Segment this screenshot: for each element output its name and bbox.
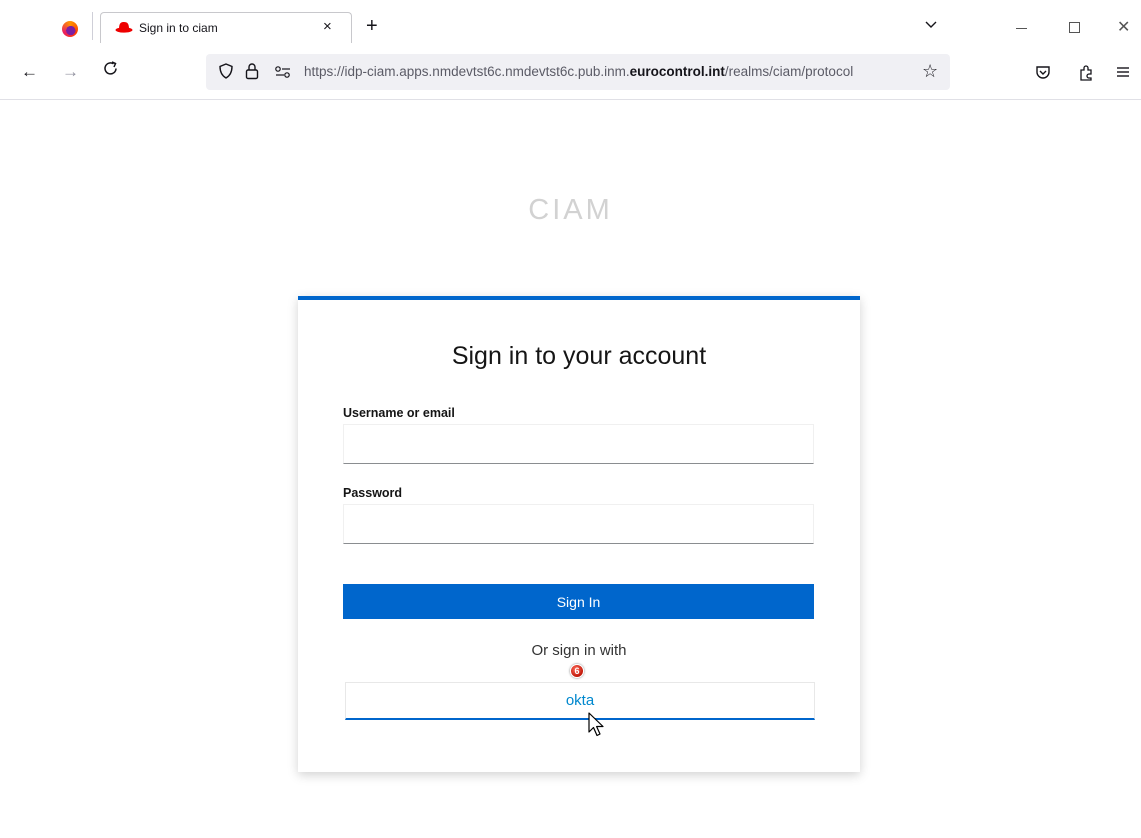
star-icon[interactable]: ☆	[922, 61, 938, 82]
or-sign-in-with-text: Or sign in with	[531, 642, 627, 659]
menu-icon[interactable]	[1116, 66, 1130, 78]
url-text[interactable]: https://idp-ciam.apps.nmdevtst6c.nmdevts…	[304, 64, 916, 79]
lock-icon[interactable]	[244, 62, 260, 80]
url-domain: eurocontrol.int	[629, 64, 725, 79]
tab-sign-in[interactable]: Sign in to ciam ×	[100, 12, 352, 43]
password-input[interactable]	[343, 504, 814, 544]
redhat-icon	[115, 22, 133, 33]
step-badge: 6	[570, 664, 584, 678]
url-bar[interactable]: https://idp-ciam.apps.nmdevtst6c.nmdevts…	[206, 54, 950, 90]
page-title: Sign in to your account	[451, 342, 707, 370]
maximize-icon[interactable]	[1069, 22, 1080, 33]
minimize-icon[interactable]	[1016, 28, 1027, 29]
url-path: /realms/ciam/protocol	[724, 64, 854, 79]
forward-icon[interactable]: →	[62, 62, 79, 82]
firefox-icon[interactable]	[62, 21, 78, 37]
nav-bar: ← → https://idp-ciam.apps.nmdevtst6c.nmd…	[0, 44, 1141, 100]
url-host-prefix: https://idp-ciam.apps.nmdevtst6c.nmdevts…	[304, 64, 630, 79]
back-icon[interactable]: ←	[21, 62, 38, 82]
username-label: Username or email	[343, 406, 455, 420]
username-input[interactable]	[343, 424, 814, 464]
login-card: Sign in to your account Username or emai…	[298, 296, 860, 772]
new-tab-icon[interactable]: +	[366, 15, 378, 38]
mouse-cursor-icon	[588, 712, 604, 737]
brand-header: CIAM	[528, 194, 613, 226]
tab-close-icon[interactable]: ×	[323, 18, 332, 35]
tab-separator	[92, 12, 93, 40]
tab-bar: Sign in to ciam × + ✕	[0, 0, 1141, 44]
password-label: Password	[343, 486, 403, 500]
pocket-icon[interactable]	[1034, 64, 1052, 82]
tab-title: Sign in to ciam	[139, 21, 218, 35]
reload-icon[interactable]	[102, 60, 119, 77]
sign-in-button[interactable]: Sign In	[343, 584, 814, 619]
window-close-icon[interactable]: ✕	[1117, 17, 1130, 37]
permissions-icon[interactable]	[274, 65, 292, 79]
extensions-icon[interactable]	[1077, 64, 1095, 82]
shield-icon[interactable]	[218, 63, 234, 79]
chevron-down-icon[interactable]	[924, 17, 938, 31]
okta-provider-button[interactable]: okta	[345, 682, 815, 720]
